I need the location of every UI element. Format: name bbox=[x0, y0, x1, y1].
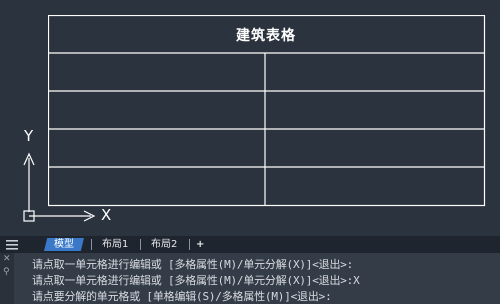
x-axis-label: X bbox=[101, 206, 112, 224]
command-line: 请点要分解的单元格或 [单格编辑(S)/多格属性(M)]<退出>: bbox=[32, 290, 332, 303]
add-layout-button[interactable]: + bbox=[186, 238, 214, 251]
ucs-icon: Y X bbox=[0, 0, 130, 236]
command-line: 请点取一单元格进行编辑或 [多格属性(M)/单元分解(X)]<退出>: bbox=[32, 258, 354, 271]
settings-icon[interactable]: ⚲ bbox=[3, 267, 10, 277]
command-panel-handle[interactable]: ✕ ⚲ bbox=[0, 253, 14, 304]
command-line: 请点取一单元格进行编辑或 [多格属性(M)/单元分解(X)]<退出>:X bbox=[32, 274, 360, 287]
tab-layout1[interactable]: 布局1 bbox=[92, 238, 138, 251]
ucs-axes bbox=[23, 152, 96, 222]
menu-icon[interactable] bbox=[4, 237, 20, 252]
tab-model[interactable]: 模型 bbox=[44, 238, 84, 251]
tab-layout2[interactable]: 布局2 bbox=[141, 238, 187, 251]
y-axis-label: Y bbox=[24, 127, 34, 145]
command-history[interactable]: ✕ ⚲ 请点取一单元格进行编辑或 [多格属性(M)/单元分解(X)]<退出>: … bbox=[0, 253, 500, 304]
layout-tab-bar: 模型 布局1 布局2 + bbox=[0, 236, 500, 253]
close-icon[interactable]: ✕ bbox=[3, 254, 11, 264]
drawing-canvas[interactable]: 建筑表格 Y X bbox=[0, 0, 500, 236]
